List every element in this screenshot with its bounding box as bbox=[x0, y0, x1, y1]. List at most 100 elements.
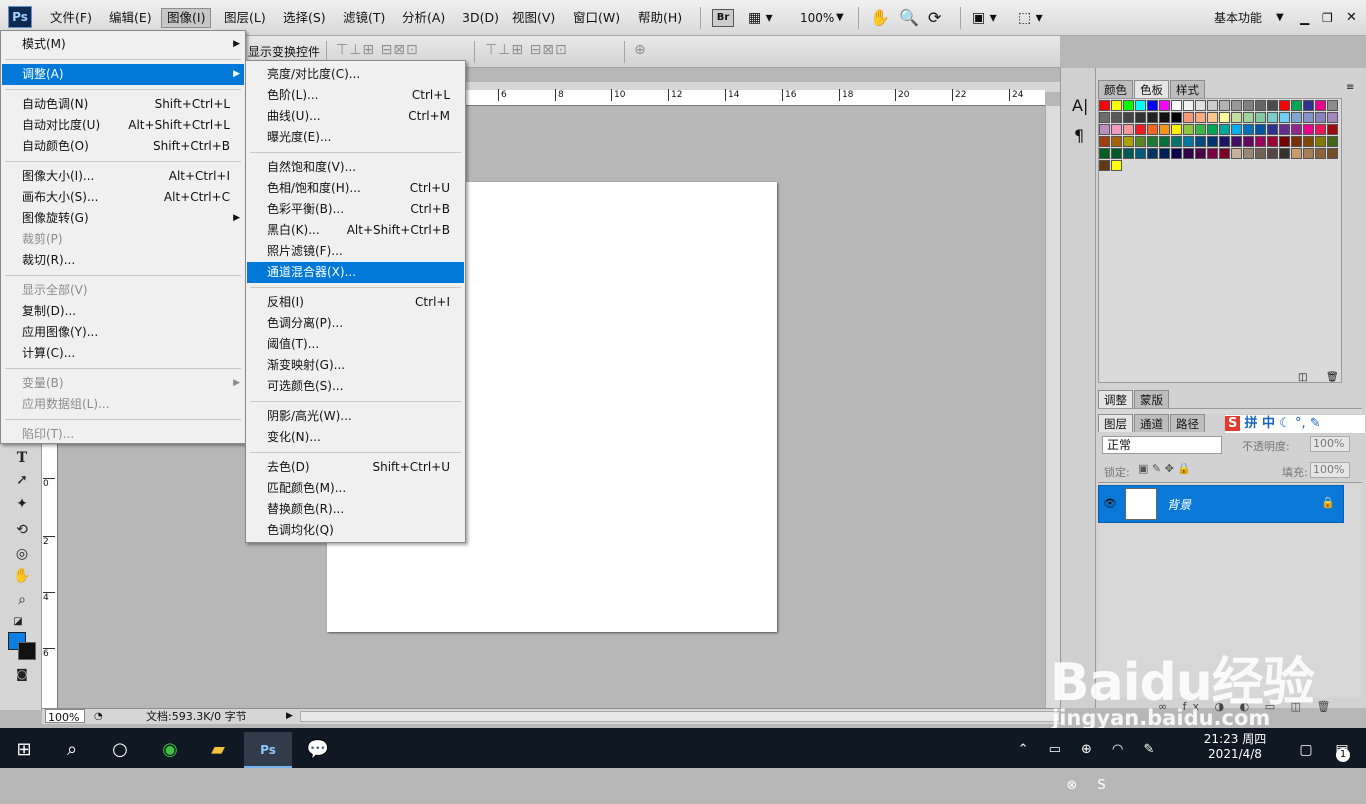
color-swatch[interactable] bbox=[1279, 100, 1290, 111]
visibility-eye-icon[interactable]: 👁 bbox=[1103, 497, 1117, 510]
menu-image[interactable]: 图像(I) bbox=[161, 8, 212, 28]
zoom-tool-icon[interactable]: 🔍 bbox=[899, 7, 919, 29]
color-swatch[interactable] bbox=[1255, 112, 1266, 123]
adjust-menu-item[interactable]: 反相(I) Ctrl+I bbox=[247, 292, 464, 313]
zoom-select[interactable]: 100% bbox=[800, 7, 834, 29]
image-menu-item[interactable]: 自动对比度(U) Alt+Shift+Ctrl+L bbox=[2, 115, 244, 136]
auto-align-icon[interactable]: ⊕ bbox=[634, 42, 647, 58]
minimize-icon[interactable]: ▁ bbox=[1300, 7, 1309, 29]
image-menu-item[interactable]: 调整(A) ▶ bbox=[2, 64, 244, 85]
color-swatch[interactable] bbox=[1135, 148, 1146, 159]
color-swatch[interactable] bbox=[1183, 100, 1194, 111]
color-swatch[interactable] bbox=[1195, 100, 1206, 111]
adjust-menu-item[interactable]: 色阶(L)... Ctrl+L bbox=[247, 85, 464, 106]
color-swatch[interactable] bbox=[1279, 148, 1290, 159]
zoom-tool-icon[interactable]: ⌕ bbox=[12, 590, 32, 610]
status-info-icon[interactable]: ◔ bbox=[94, 709, 103, 724]
layer-name[interactable]: 背景 bbox=[1167, 496, 1191, 513]
character-panel-icon[interactable]: A| bbox=[1072, 96, 1088, 115]
color-swatch[interactable] bbox=[1207, 112, 1218, 123]
image-menu-item[interactable]: 裁切(R)... bbox=[2, 250, 244, 271]
color-swatch[interactable] bbox=[1255, 124, 1266, 135]
color-swatch[interactable] bbox=[1195, 124, 1206, 135]
image-menu-item[interactable]: 画布大小(S)... Alt+Ctrl+C bbox=[2, 187, 244, 208]
color-swatch[interactable] bbox=[1195, 112, 1206, 123]
color-swatch[interactable] bbox=[1111, 124, 1122, 135]
align-icons[interactable]: ⊤⊥⊞ ⊟⊠⊡ bbox=[336, 42, 419, 58]
adjust-menu-item[interactable]: 阴影/高光(W)... bbox=[247, 406, 464, 427]
path-selection-icon[interactable]: ➚ bbox=[12, 470, 32, 490]
ime-toolbar[interactable]: S 拼 中 ☾ °, ✎ bbox=[1224, 414, 1366, 434]
color-swatch[interactable] bbox=[1099, 136, 1110, 147]
adjust-menu-item[interactable]: 色调分离(P)... bbox=[247, 313, 464, 334]
color-swatch[interactable] bbox=[1183, 124, 1194, 135]
adjust-menu-item[interactable]: 匹配颜色(M)... bbox=[247, 478, 464, 499]
background-color[interactable] bbox=[18, 642, 36, 660]
color-swatch[interactable] bbox=[1171, 112, 1182, 123]
color-swatch[interactable] bbox=[1135, 136, 1146, 147]
color-swatch[interactable] bbox=[1207, 124, 1218, 135]
image-menu-item[interactable]: 自动颜色(O) Shift+Ctrl+B bbox=[2, 136, 244, 157]
image-menu-item[interactable]: 应用图像(Y)... bbox=[2, 322, 244, 343]
chevron-down-icon[interactable]: ▼ bbox=[1276, 7, 1284, 29]
color-swatch[interactable] bbox=[1219, 136, 1230, 147]
fill-field[interactable]: 100% bbox=[1310, 462, 1350, 478]
horizontal-scrollbar[interactable] bbox=[300, 711, 1060, 722]
color-swatch[interactable] bbox=[1183, 148, 1194, 159]
photoshop-taskbar-icon[interactable]: Ps bbox=[244, 732, 292, 768]
status-menu-arrow-icon[interactable]: ▶ bbox=[286, 709, 293, 724]
show-transform-controls-label[interactable]: 显示变换控件 bbox=[248, 42, 320, 62]
adjust-menu-item[interactable]: 色调均化(Q) bbox=[247, 520, 464, 541]
tab-channels[interactable]: 通道 bbox=[1134, 414, 1169, 432]
3d-rotate-icon[interactable]: ⟲ bbox=[12, 520, 32, 540]
menu-select[interactable]: 选择(S) bbox=[278, 8, 331, 28]
color-swatch[interactable] bbox=[1267, 136, 1278, 147]
blend-mode-select[interactable]: 正常 bbox=[1102, 436, 1222, 454]
color-swatch[interactable] bbox=[1327, 100, 1338, 111]
color-swatch[interactable] bbox=[1219, 100, 1230, 111]
color-swatch[interactable] bbox=[1111, 100, 1122, 111]
layer-row-background[interactable]: 👁 背景 🔒 bbox=[1098, 485, 1344, 523]
color-swatch[interactable] bbox=[1291, 100, 1302, 111]
color-swatch[interactable] bbox=[1267, 100, 1278, 111]
adjust-menu-item[interactable]: 渐变映射(G)... bbox=[247, 355, 464, 376]
default-colors-icon[interactable]: ◪ ⇆ bbox=[8, 612, 28, 647]
lock-icons[interactable]: ▣ ✎ ✥ 🔒 bbox=[1138, 462, 1191, 475]
search-icon[interactable]: ⌕ bbox=[48, 732, 96, 768]
tab-layers[interactable]: 图层 bbox=[1098, 414, 1133, 432]
color-swatch[interactable] bbox=[1171, 100, 1182, 111]
adjust-menu-item[interactable]: 黑白(K)... Alt+Shift+Ctrl+B bbox=[247, 220, 464, 241]
color-swatch[interactable] bbox=[1171, 148, 1182, 159]
color-swatch[interactable] bbox=[1123, 124, 1134, 135]
system-tray-icons[interactable]: ⌃ ▭ ⊕ ◠ ✎ ⊗ S bbox=[1010, 732, 1170, 793]
custom-shape-icon[interactable]: ✦ bbox=[12, 494, 32, 514]
menu-view[interactable]: 视图(V) bbox=[507, 8, 560, 28]
color-swatch[interactable] bbox=[1231, 100, 1242, 111]
image-menu-item[interactable]: 自动色调(N) Shift+Ctrl+L bbox=[2, 94, 244, 115]
color-swatch[interactable] bbox=[1255, 148, 1266, 159]
rotate-view-icon[interactable]: ⟳ bbox=[928, 7, 941, 29]
color-swatch[interactable] bbox=[1327, 136, 1338, 147]
adjust-menu-item[interactable]: 阈值(T)... bbox=[247, 334, 464, 355]
browser-icon[interactable]: ◉ bbox=[146, 732, 194, 768]
workspace-select[interactable]: 基本功能 bbox=[1214, 7, 1262, 29]
type-tool-icon[interactable]: T bbox=[12, 448, 32, 468]
color-swatch[interactable] bbox=[1279, 124, 1290, 135]
color-swatch[interactable] bbox=[1147, 124, 1158, 135]
color-swatch[interactable] bbox=[1231, 124, 1242, 135]
color-swatch[interactable] bbox=[1255, 136, 1266, 147]
arrange-documents-icon[interactable]: ▣ ▾ bbox=[972, 7, 997, 29]
menu-layer[interactable]: 图层(L) bbox=[219, 8, 271, 28]
chevron-down-icon[interactable]: ▼ bbox=[836, 7, 844, 29]
wechat-icon[interactable]: 💬 bbox=[294, 732, 342, 768]
color-swatch[interactable] bbox=[1303, 136, 1314, 147]
color-swatch[interactable] bbox=[1111, 136, 1122, 147]
color-swatch[interactable] bbox=[1183, 136, 1194, 147]
color-swatch[interactable] bbox=[1111, 148, 1122, 159]
color-swatch[interactable] bbox=[1183, 112, 1194, 123]
tab-adjustments[interactable]: 调整 bbox=[1098, 390, 1133, 408]
new-swatch-icon[interactable]: ◫ bbox=[1298, 372, 1307, 383]
clock[interactable]: 21:23 周四 2021/4/8 bbox=[1200, 732, 1270, 762]
color-swatch[interactable] bbox=[1123, 100, 1134, 111]
color-swatch[interactable] bbox=[1195, 148, 1206, 159]
